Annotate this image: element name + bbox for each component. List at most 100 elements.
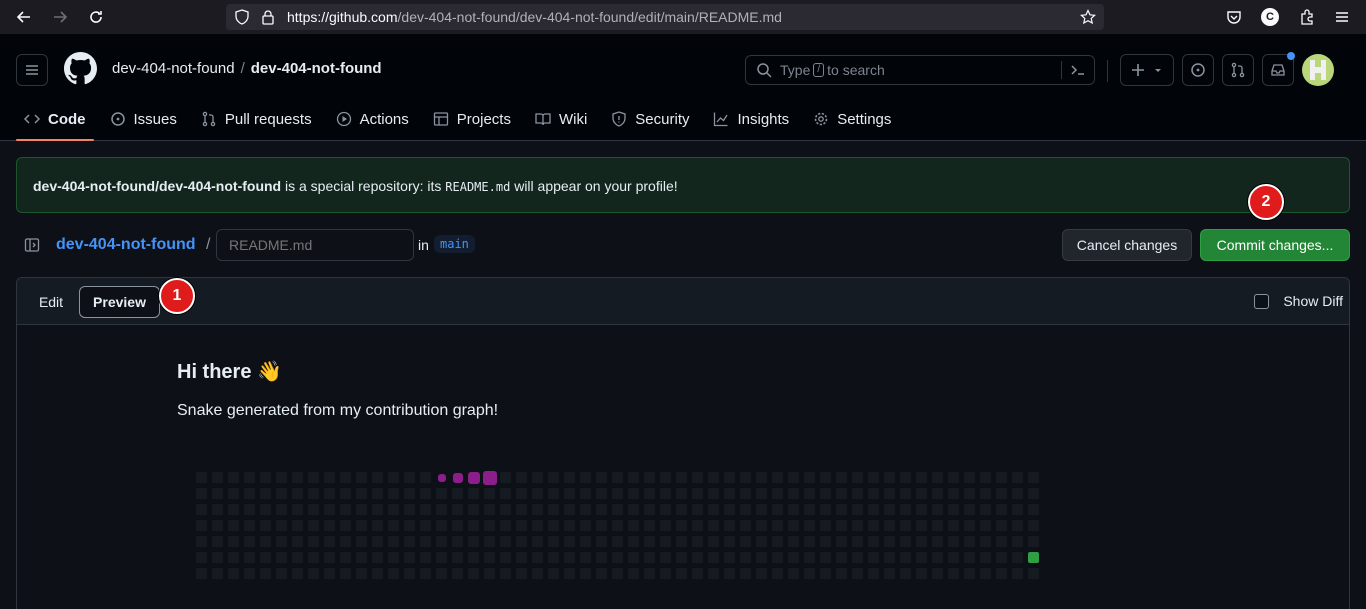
issues-button[interactable] — [1182, 54, 1214, 86]
contribution-cell — [1028, 520, 1039, 531]
star-icon[interactable] — [1080, 9, 1096, 25]
contribution-cell — [612, 568, 623, 579]
pocket-icon[interactable] — [1226, 9, 1242, 25]
tab-edit[interactable]: Edit — [25, 286, 77, 318]
contribution-cell — [388, 552, 399, 563]
contribution-cell — [308, 488, 319, 499]
contribution-cell — [228, 488, 239, 499]
tab-security[interactable]: Security — [603, 97, 697, 141]
contribution-cell — [468, 536, 479, 547]
preview-heading: Hi there 👋 — [177, 361, 282, 383]
contribution-cell — [996, 504, 1007, 515]
notice-text: is a special repository: its — [281, 178, 446, 194]
tab-wiki[interactable]: Wiki — [527, 97, 595, 141]
contribution-cell — [468, 520, 479, 531]
contribution-cell — [740, 504, 751, 515]
forward-button[interactable] — [48, 5, 72, 29]
breadcrumb-repo[interactable]: dev-404-not-found — [251, 60, 382, 77]
contribution-cell — [644, 472, 655, 483]
avatar[interactable] — [1302, 54, 1334, 86]
pull-requests-button[interactable] — [1222, 54, 1254, 86]
contribution-cell — [484, 552, 495, 563]
repo-link[interactable]: dev-404-not-found — [56, 236, 196, 254]
contribution-cell — [724, 472, 735, 483]
breadcrumb-owner[interactable]: dev-404-not-found — [112, 60, 235, 77]
graph-icon — [714, 112, 729, 127]
pull-request-icon — [1231, 62, 1245, 78]
tab-settings[interactable]: Settings — [805, 97, 899, 141]
profile-avatar[interactable]: C — [1261, 8, 1279, 26]
github-logo-icon[interactable] — [64, 52, 97, 85]
contribution-cell — [804, 536, 815, 547]
contribution-cell — [548, 520, 559, 531]
contribution-cell — [676, 536, 687, 547]
contribution-cell — [612, 488, 623, 499]
hamburger-menu-icon[interactable] — [1334, 9, 1350, 25]
back-button[interactable] — [12, 5, 36, 29]
tab-code[interactable]: Code — [16, 97, 94, 141]
contribution-cell — [612, 536, 623, 547]
reload-button[interactable] — [84, 5, 108, 29]
tab-issues[interactable]: Issues — [102, 97, 185, 141]
reload-icon — [90, 11, 102, 23]
command-palette-icon[interactable] — [1070, 62, 1086, 78]
contribution-cell — [532, 520, 543, 531]
markdown-preview: Hi there 👋 Snake generated from my contr… — [17, 325, 1349, 609]
contribution-cell — [868, 536, 879, 547]
address-bar[interactable]: https://github.com/dev-404-not-found/dev… — [226, 4, 1104, 30]
contribution-cell — [644, 568, 655, 579]
contribution-cell — [628, 472, 639, 483]
contribution-cell — [708, 552, 719, 563]
tab-actions[interactable]: Actions — [328, 97, 417, 141]
contribution-cell — [708, 568, 719, 579]
contribution-cell — [1012, 488, 1023, 499]
extensions-icon[interactable] — [1298, 8, 1316, 26]
contribution-cell — [884, 536, 895, 547]
snake-segment — [467, 471, 480, 484]
url-host: https://github.com — [287, 9, 398, 25]
sidebar-expand-icon[interactable] — [24, 237, 40, 253]
cancel-changes-button[interactable]: Cancel changes — [1062, 229, 1192, 261]
file-edit-row: dev-404-not-found / in main Cancel chang… — [16, 229, 1350, 263]
tab-issues-label: Issues — [133, 110, 177, 128]
contribution-cell — [628, 568, 639, 579]
create-new-button[interactable] — [1120, 54, 1174, 86]
tab-preview[interactable]: Preview — [79, 286, 160, 318]
contribution-cell — [276, 488, 287, 499]
shield-icon[interactable] — [234, 9, 250, 25]
filename-input[interactable] — [216, 229, 414, 261]
contribution-cell — [996, 520, 1007, 531]
contribution-cell — [436, 568, 447, 579]
tab-actions-label: Actions — [359, 110, 409, 128]
contribution-cell — [964, 504, 975, 515]
contribution-cell — [548, 568, 559, 579]
contribution-cell — [948, 552, 959, 563]
contribution-cell — [244, 488, 255, 499]
tab-insights[interactable]: Insights — [705, 97, 797, 141]
contribution-cell — [308, 552, 319, 563]
contribution-cell — [196, 552, 207, 563]
contribution-cell — [196, 488, 207, 499]
contribution-cell — [980, 536, 991, 547]
contribution-cell — [964, 520, 975, 531]
search-input[interactable]: Type / to search — [745, 55, 1095, 85]
contribution-cell — [756, 536, 767, 547]
contribution-cell — [276, 536, 287, 547]
contribution-cell — [660, 488, 671, 499]
contribution-cell — [436, 488, 447, 499]
contribution-cell — [996, 536, 1007, 547]
global-nav-button[interactable] — [16, 54, 48, 86]
issue-icon — [1191, 63, 1205, 77]
contribution-cell — [1028, 504, 1039, 515]
show-diff-label[interactable]: Show Diff — [1283, 293, 1343, 309]
commit-changes-button[interactable]: Commit changes... — [1200, 229, 1350, 261]
show-diff-checkbox[interactable] — [1254, 294, 1269, 309]
contribution-cell — [820, 552, 831, 563]
tab-projects[interactable]: Projects — [425, 97, 519, 141]
contribution-cell — [708, 472, 719, 483]
contribution-cell — [212, 504, 223, 515]
contribution-cell — [196, 520, 207, 531]
tab-pull-requests[interactable]: Pull requests — [193, 97, 320, 141]
contribution-cell — [708, 536, 719, 547]
lock-icon[interactable] — [261, 9, 275, 25]
